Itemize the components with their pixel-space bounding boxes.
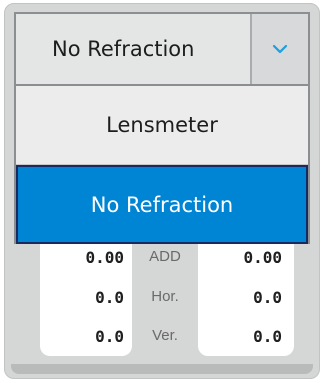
right-hor-value: 0.0 bbox=[253, 288, 282, 307]
option-lensmeter[interactable]: Lensmeter bbox=[16, 86, 308, 165]
right-add-value: 0.00 bbox=[243, 248, 282, 267]
measurement-values: 0.00 0.0 0.0 ADD Hor. Ver. 0.00 0.0 0.0 bbox=[14, 244, 310, 356]
add-label: ADD bbox=[149, 248, 181, 265]
right-ver-value: 0.0 bbox=[253, 327, 282, 346]
ver-label: Ver. bbox=[152, 327, 178, 344]
left-ver-value: 0.0 bbox=[95, 327, 124, 346]
left-values-column: 0.00 0.0 0.0 bbox=[40, 244, 132, 356]
dropdown-options-list: Lensmeter No Refraction bbox=[14, 86, 310, 244]
refraction-select[interactable]: No Refraction bbox=[14, 12, 310, 86]
left-hor-value: 0.0 bbox=[95, 288, 124, 307]
panel-bottom-edge bbox=[11, 364, 313, 374]
select-current-value[interactable]: No Refraction bbox=[16, 14, 250, 84]
dropdown-toggle-button[interactable] bbox=[250, 14, 308, 84]
right-values-column: 0.00 0.0 0.0 bbox=[198, 244, 294, 356]
chevron-down-icon[interactable] bbox=[271, 43, 289, 55]
option-no-refraction[interactable]: No Refraction bbox=[16, 165, 308, 244]
left-add-value: 0.00 bbox=[85, 248, 124, 267]
hor-label: Hor. bbox=[151, 288, 179, 305]
